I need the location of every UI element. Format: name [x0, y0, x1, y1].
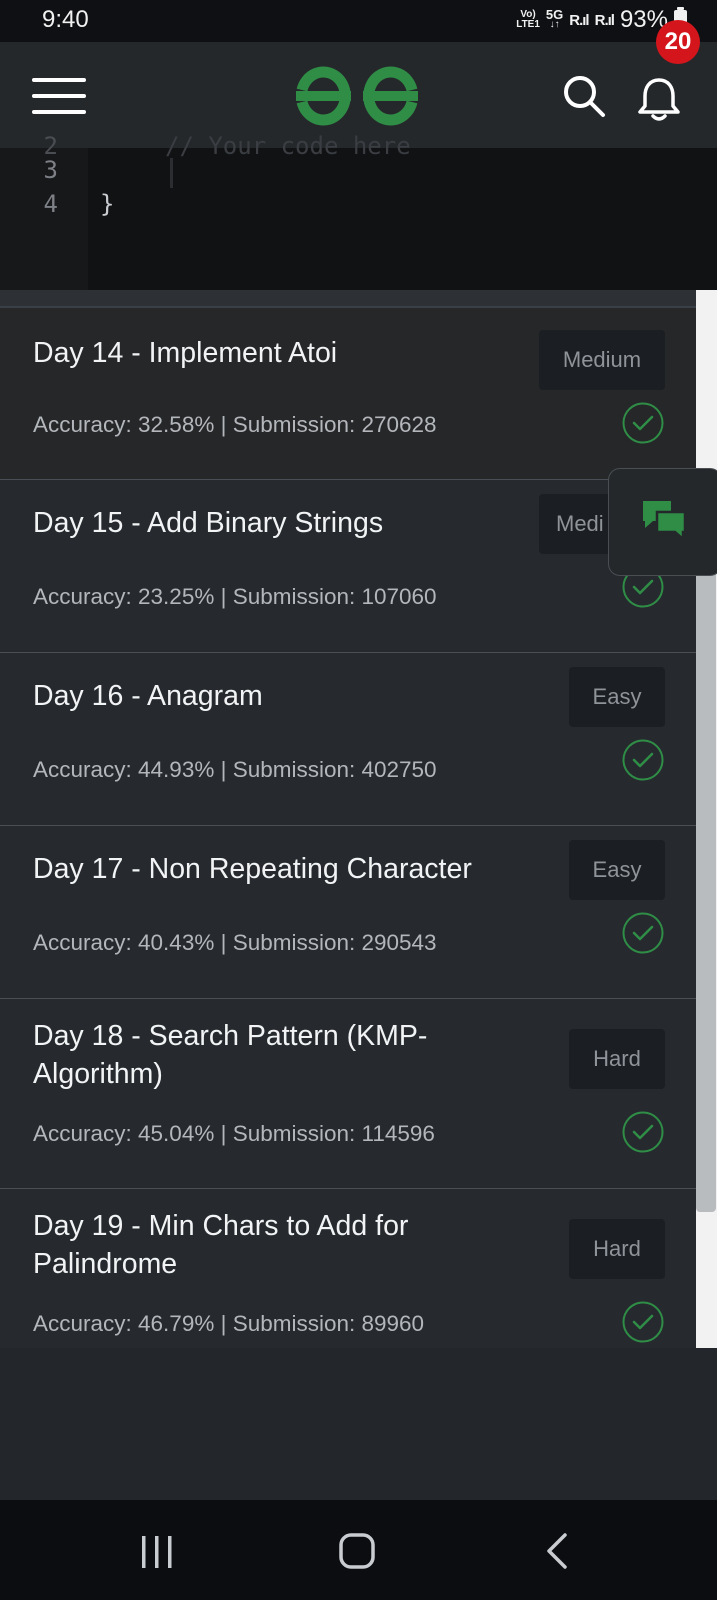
problem-stats: Accuracy: 32.58% | Submission: 270628	[33, 412, 437, 437]
back-icon[interactable]	[535, 1530, 585, 1574]
signal-icon-sim2: R.ıl	[594, 11, 615, 29]
problem-card[interactable]: Day 14 - Implement Atoi Medium Accuracy:…	[0, 308, 696, 480]
problem-card[interactable]: Day 17 - Non Repeating Character Easy Ac…	[0, 826, 696, 999]
signal-icon-sim1: R.ıl	[569, 11, 589, 29]
search-icon[interactable]	[562, 74, 606, 118]
chat-icon	[643, 501, 687, 542]
problem-title[interactable]: Day 14 - Implement Atoi	[33, 334, 337, 372]
problem-title-line2[interactable]: Algorithm)	[33, 1055, 163, 1093]
chat-button[interactable]	[608, 468, 717, 576]
line-number: 4	[43, 190, 58, 218]
indent-guide	[170, 158, 173, 188]
problem-card[interactable]: Day 18 - Search Pattern (KMP- Algorithm)…	[0, 999, 696, 1189]
solved-check-icon	[622, 1301, 664, 1343]
problem-list[interactable]: Day 14 - Implement Atoi Medium Accuracy:…	[0, 290, 696, 1348]
code-editor[interactable]: 2 3 4 // Your code here }	[0, 132, 717, 290]
problem-stats: Accuracy: 46.79% | Submission: 89960	[33, 1311, 425, 1336]
gfg-logo[interactable]	[290, 62, 424, 128]
code-line: }	[100, 190, 115, 218]
code-line: // Your code here	[165, 132, 411, 160]
problem-card[interactable]: Day 19 - Min Chars to Add for Palindrome…	[0, 1189, 696, 1348]
problem-stats: Accuracy: 23.25% | Submission: 107060	[33, 584, 437, 609]
solved-check-icon	[622, 402, 664, 444]
notification-count-badge[interactable]: 20	[656, 20, 700, 64]
problem-title[interactable]: Day 18 - Search Pattern (KMP-	[33, 1017, 427, 1055]
home-icon[interactable]	[333, 1530, 383, 1574]
recents-icon[interactable]	[132, 1530, 182, 1574]
difficulty-badge: Hard	[569, 1219, 665, 1279]
problem-title[interactable]: Day 17 - Non Repeating Character	[33, 850, 472, 888]
problem-stats: Accuracy: 40.43% | Submission: 290543	[33, 930, 437, 955]
difficulty-badge: Easy	[569, 840, 665, 900]
difficulty-badge: Hard	[569, 1029, 665, 1089]
volte-indicator: Vo) LTE1	[516, 9, 540, 30]
problem-title[interactable]: Day 19 - Min Chars to Add for	[33, 1207, 408, 1245]
difficulty-badge: Easy	[569, 667, 665, 727]
line-number: 3	[43, 156, 58, 184]
problem-title[interactable]: Day 16 - Anagram	[33, 677, 263, 715]
list-top-edge	[0, 290, 696, 308]
5g-indicator: 5G ↓↑	[545, 7, 564, 30]
difficulty-badge: Medium	[539, 330, 665, 390]
problem-title[interactable]: Day 15 - Add Binary Strings	[33, 504, 383, 542]
bell-icon[interactable]	[636, 74, 682, 122]
problem-title-line2[interactable]: Palindrome	[33, 1245, 177, 1283]
solved-check-icon	[622, 1111, 664, 1153]
solved-check-icon	[622, 912, 664, 954]
hamburger-icon[interactable]	[32, 78, 86, 114]
editor-gutter: 2 3 4	[0, 132, 88, 290]
status-bar: 9:40 Vo) LTE1 5G ↓↑ R.ıl R.ıl 93%	[0, 0, 717, 42]
problem-stats: Accuracy: 45.04% | Submission: 114596	[33, 1121, 435, 1146]
solved-check-icon	[622, 739, 664, 781]
status-time: 9:40	[42, 6, 89, 33]
problem-card[interactable]: Day 16 - Anagram Easy Accuracy: 44.93% |…	[0, 653, 696, 826]
problem-card[interactable]: Day 15 - Add Binary Strings Medi Accurac…	[0, 480, 696, 653]
scrollbar-thumb[interactable]	[696, 474, 716, 1212]
system-nav-bar	[0, 1500, 717, 1600]
problem-stats: Accuracy: 44.93% | Submission: 402750	[33, 757, 437, 782]
problem-list-panel: Day 14 - Implement Atoi Medium Accuracy:…	[0, 290, 717, 1500]
